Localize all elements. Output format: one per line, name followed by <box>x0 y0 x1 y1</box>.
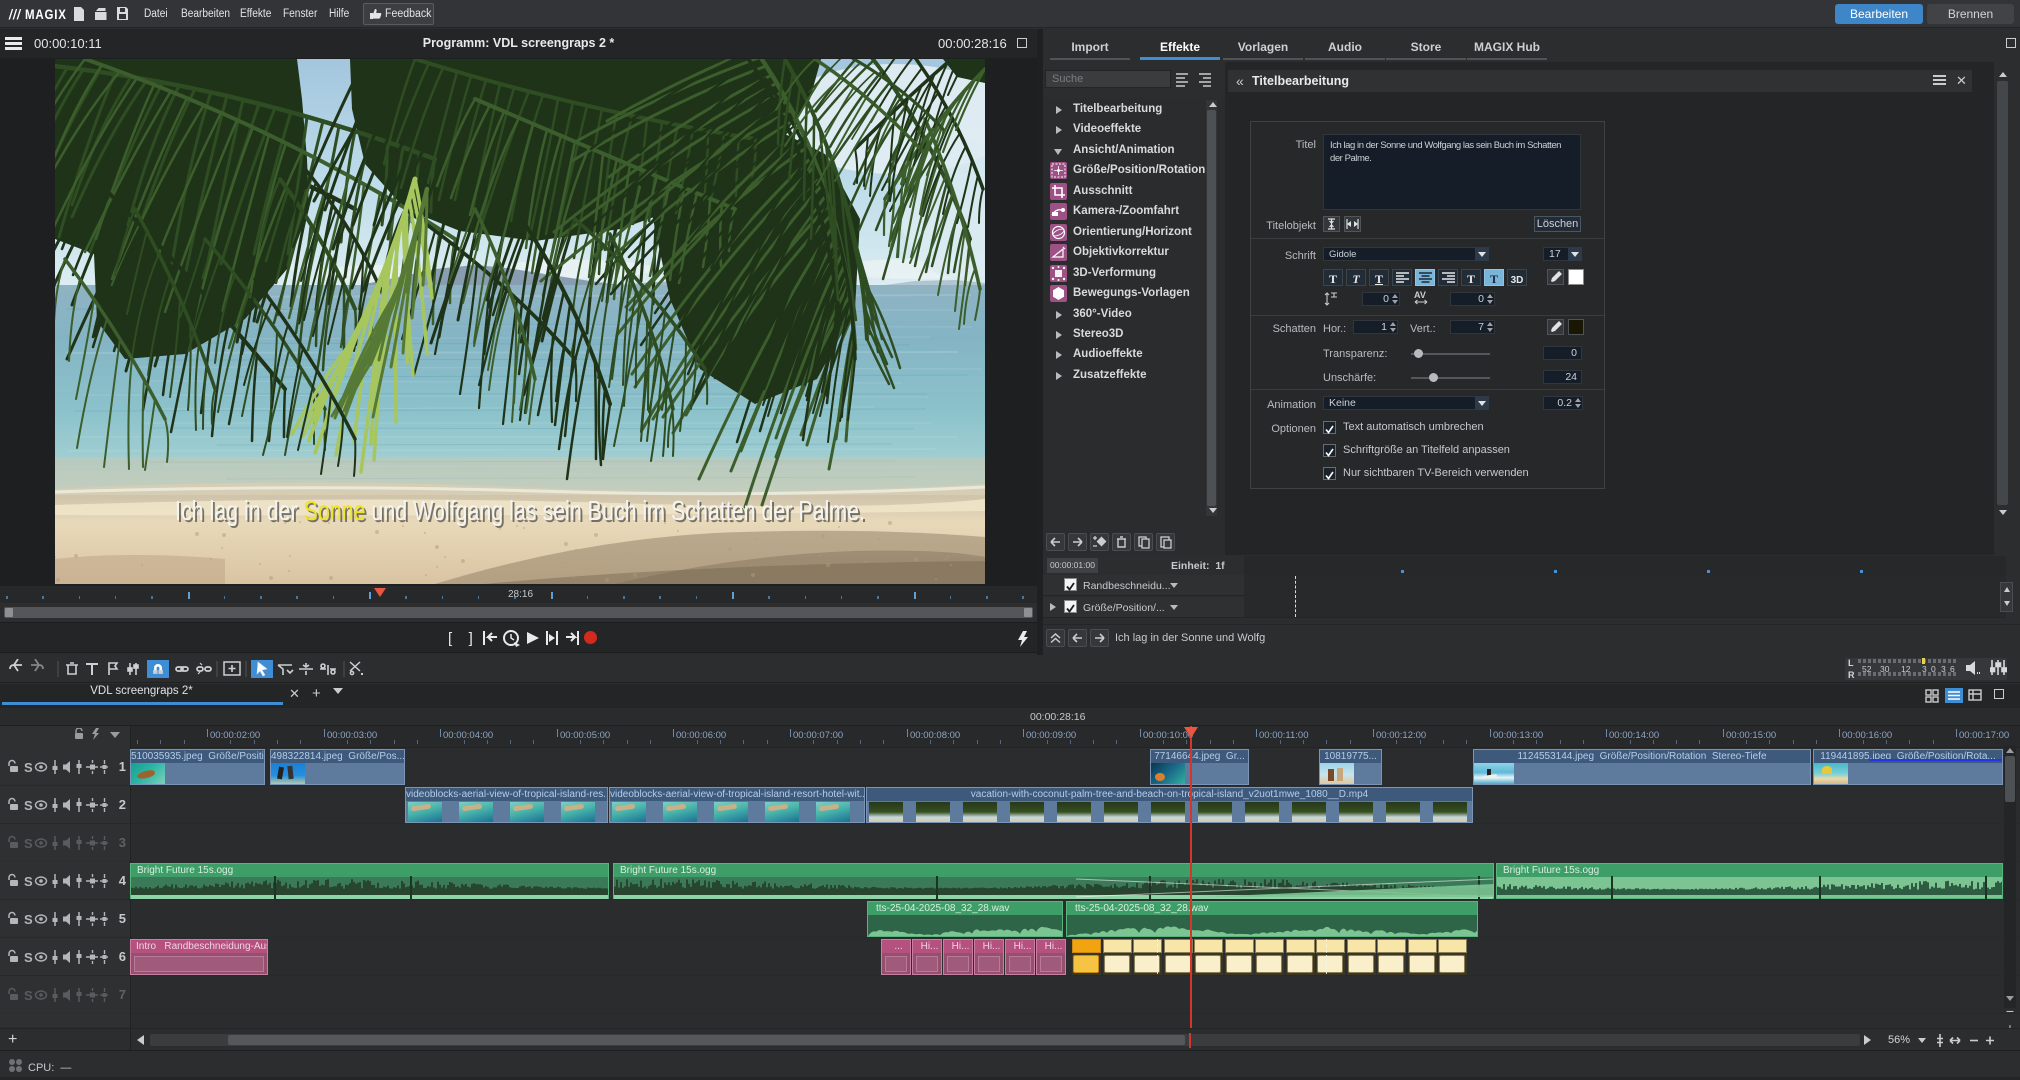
svg-text:S: S <box>24 988 33 1003</box>
svg-text:AV: AV <box>1414 290 1426 300</box>
svg-text:Ich lag in der Sonne und Wolfg: Ich lag in der Sonne und Wolfgang las se… <box>175 495 865 526</box>
svg-text:S: S <box>24 912 33 927</box>
svg-text:S: S <box>24 836 33 851</box>
svg-text:S: S <box>24 798 33 813</box>
svg-text:S: S <box>24 874 33 889</box>
svg-text:S: S <box>24 760 33 775</box>
svg-text:S: S <box>24 950 33 965</box>
